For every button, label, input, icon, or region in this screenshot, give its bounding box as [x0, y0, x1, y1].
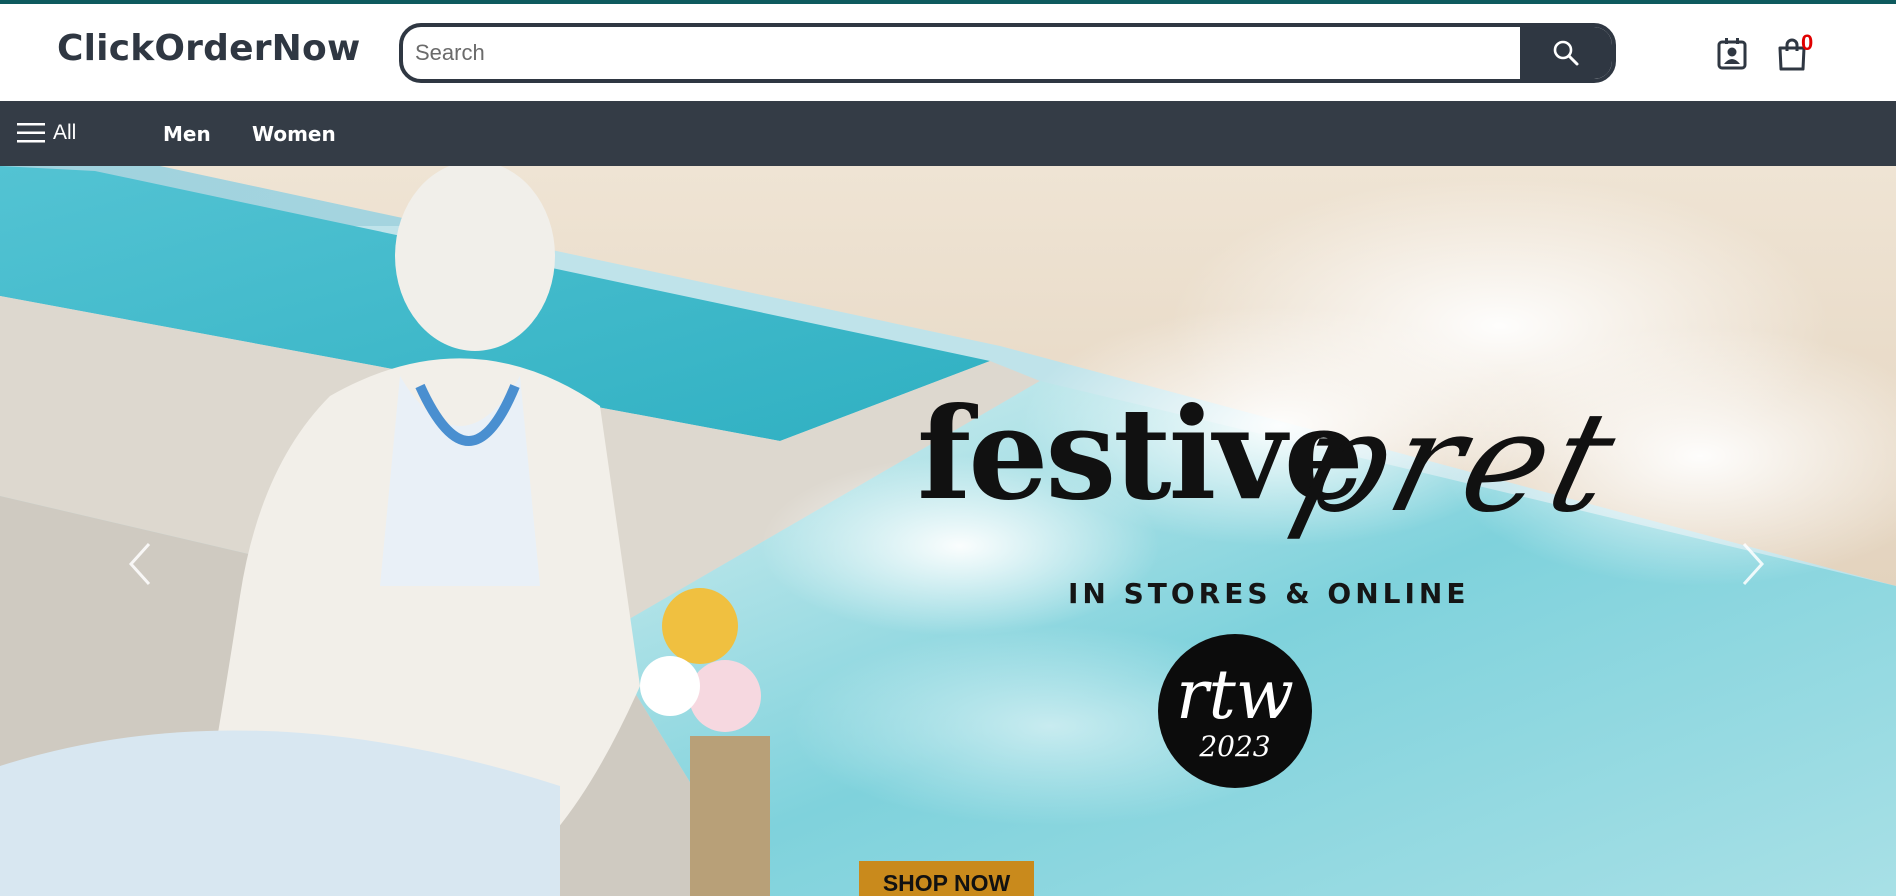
badge-main-text: rtw — [1175, 656, 1295, 735]
hero-subtitle: IN STORES & ONLINE — [1068, 577, 1470, 610]
cart-count-badge: 0 — [1801, 30, 1814, 55]
chevron-left-icon[interactable] — [125, 540, 155, 588]
search-icon — [1553, 40, 1579, 66]
hero-background-image — [0, 166, 1896, 896]
shop-now-button[interactable]: SHOP NOW — [859, 861, 1034, 896]
all-categories-menu[interactable]: All — [17, 121, 76, 145]
nav-link-women[interactable]: Women — [252, 122, 336, 146]
profile-icon[interactable] — [1716, 37, 1748, 71]
search-button[interactable] — [1520, 27, 1612, 79]
search-bar — [399, 23, 1616, 83]
nav-link-men[interactable]: Men — [163, 122, 211, 146]
main-navbar: All Men Women — [0, 101, 1896, 166]
badge-year: 2023 — [1199, 730, 1271, 763]
site-logo[interactable]: ClickOrderNow — [57, 28, 360, 69]
hamburger-menu-icon — [17, 123, 45, 143]
all-categories-label: All — [53, 121, 77, 144]
rtw-badge: rtw 2023 — [1158, 634, 1312, 788]
search-input[interactable] — [403, 27, 1523, 79]
hero-script-title: pret — [1280, 382, 1636, 543]
hero-banner-carousel: festive pret IN STORES & ONLINE rtw 2023… — [0, 166, 1896, 896]
chevron-right-icon[interactable] — [1738, 540, 1768, 588]
site-header: ClickOrderNow 0 — [0, 4, 1896, 101]
